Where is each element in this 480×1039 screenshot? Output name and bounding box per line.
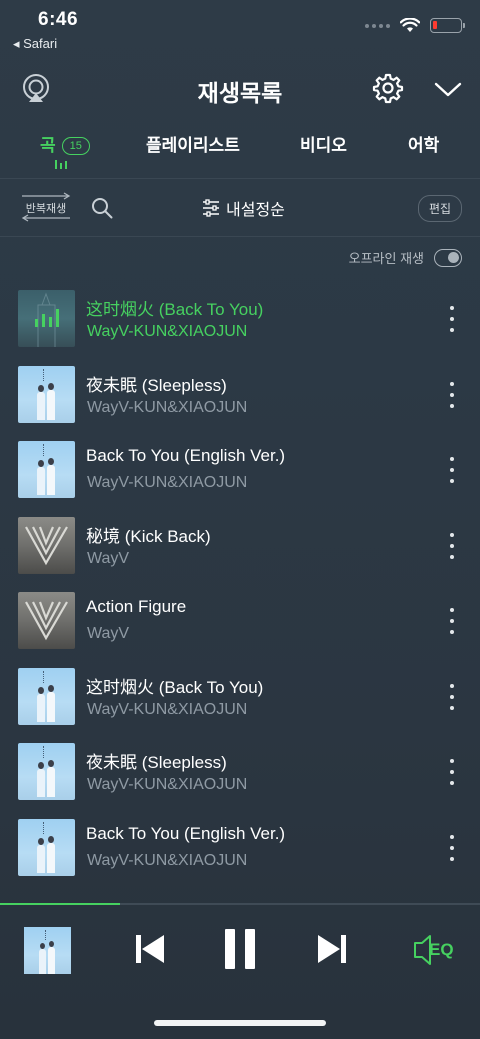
- tab-label: 곡: [40, 136, 56, 155]
- song-title: 夜未眠 (Sleepless): [86, 753, 227, 772]
- song-row[interactable]: 这时烟火 (Back To You) WayV-KUN&XIAOJUN: [0, 660, 480, 736]
- more-options-icon[interactable]: [444, 457, 460, 483]
- song-title: Action Figure: [86, 597, 187, 616]
- repeat-label: 반복재생: [25, 203, 67, 215]
- song-title: 这时烟火 (Back To You): [86, 300, 264, 319]
- page-title: 재생목록: [197, 80, 283, 106]
- wifi-icon: [400, 18, 420, 32]
- album-art: [18, 441, 75, 498]
- more-options-icon[interactable]: [444, 608, 460, 634]
- song-row[interactable]: Back To You (English Ver.) WayV-KUN&XIAOJ…: [0, 811, 480, 887]
- song-row[interactable]: 秘境 (Kick Back) WayV: [0, 509, 480, 585]
- tab-songs[interactable]: 곡 15: [40, 131, 90, 156]
- now-playing-indicator-icon: [55, 159, 67, 169]
- tab-bar: 곡 15 플레이리스트 비디오 어학: [0, 126, 480, 176]
- mini-player: EQ: [0, 903, 480, 1039]
- equalizer-label: EQ: [429, 940, 454, 959]
- divider: [0, 236, 480, 237]
- song-artist: WayV: [87, 625, 130, 642]
- album-art: [18, 592, 75, 649]
- now-playing-album-art[interactable]: [24, 927, 71, 974]
- previous-track-icon[interactable]: [132, 929, 168, 969]
- search-icon[interactable]: [90, 196, 114, 220]
- more-options-icon[interactable]: [444, 759, 460, 785]
- song-title: 秘境 (Kick Back): [86, 526, 211, 546]
- song-artist: WayV-KUN&XIAOJUN: [87, 851, 248, 869]
- sort-label: 내설정순: [226, 202, 285, 219]
- now-playing-equalizer-icon: [35, 309, 59, 327]
- header: 재생목록: [0, 66, 480, 114]
- pause-icon[interactable]: [222, 927, 258, 971]
- status-icons: [365, 18, 465, 33]
- song-artist: WayV-KUN&XIAOJUN: [87, 398, 248, 416]
- album-art: [18, 818, 75, 876]
- more-options-icon[interactable]: [444, 532, 460, 559]
- signal-icon: [365, 23, 390, 28]
- song-title: Back To You (English Ver.): [86, 446, 286, 465]
- edit-button[interactable]: 편집: [418, 195, 463, 222]
- more-options-icon[interactable]: [444, 381, 460, 408]
- song-title: Back To You (English Ver.): [86, 823, 286, 843]
- song-artist: WayV: [87, 549, 130, 567]
- song-artist: WayV-KUN&XIAOJUN: [87, 700, 248, 718]
- song-row[interactable]: 夜未眠 (Sleepless) WayV-KUN&XIAOJUN: [0, 358, 480, 434]
- song-artist: WayV-KUN&XIAOJUN: [87, 323, 248, 340]
- status-time: 6:46: [38, 9, 79, 30]
- offline-play-row: 오프라인 재생: [349, 248, 462, 267]
- album-art: [18, 516, 75, 574]
- progress-fill: [0, 903, 120, 905]
- sort-button[interactable]: 내설정순: [202, 196, 285, 220]
- song-title: 夜未眠 (Sleepless): [86, 375, 227, 395]
- offline-play-toggle[interactable]: [434, 248, 462, 267]
- equalizer-button[interactable]: EQ: [412, 933, 458, 967]
- more-options-icon[interactable]: [444, 306, 460, 332]
- progress-bar[interactable]: [0, 903, 480, 905]
- album-art: [18, 290, 75, 347]
- song-row[interactable]: 这时烟火 (Back To You) WayV-KUN&XIAOJUN: [0, 282, 480, 358]
- song-artist: WayV-KUN&XIAOJUN: [87, 474, 248, 491]
- album-art: [18, 667, 75, 725]
- song-row[interactable]: 夜未眠 (Sleepless) WayV-KUN&XIAOJUN: [0, 735, 480, 811]
- next-track-icon[interactable]: [314, 929, 350, 969]
- repeat-button[interactable]: 반복재생: [18, 192, 74, 222]
- status-bar: 6:46 ◂ Safari: [0, 0, 480, 58]
- song-row[interactable]: Action Figure WayV: [0, 584, 480, 660]
- divider: [0, 178, 480, 179]
- album-art: [18, 365, 75, 423]
- album-art: [18, 743, 75, 800]
- tab-playlists[interactable]: 플레이리스트: [146, 131, 240, 156]
- offline-play-label: 오프라인 재생: [348, 251, 424, 266]
- song-list: 这时烟火 (Back To You) WayV-KUN&XIAOJUN 夜未眠 (S…: [0, 282, 480, 886]
- song-title: 这时烟火 (Back To You): [86, 677, 264, 697]
- more-options-icon[interactable]: [444, 683, 460, 710]
- chevron-down-icon[interactable]: [432, 76, 464, 102]
- tab-language[interactable]: 어학: [408, 131, 439, 156]
- more-options-icon[interactable]: [444, 834, 460, 861]
- song-artist: WayV-KUN&XIAOJUN: [87, 776, 248, 793]
- song-count-badge: 15: [61, 137, 90, 155]
- battery-icon: [430, 18, 465, 33]
- gear-icon[interactable]: [372, 72, 404, 104]
- sliders-icon: [203, 199, 219, 217]
- tab-videos[interactable]: 비디오: [300, 131, 347, 156]
- toolbar: 반복재생 내설정순 편집: [0, 180, 480, 236]
- song-row[interactable]: Back To You (English Ver.) WayV-KUN&XIAOJ…: [0, 433, 480, 509]
- back-to-safari-link[interactable]: ◂ Safari: [13, 36, 57, 52]
- home-indicator[interactable]: [154, 1020, 326, 1026]
